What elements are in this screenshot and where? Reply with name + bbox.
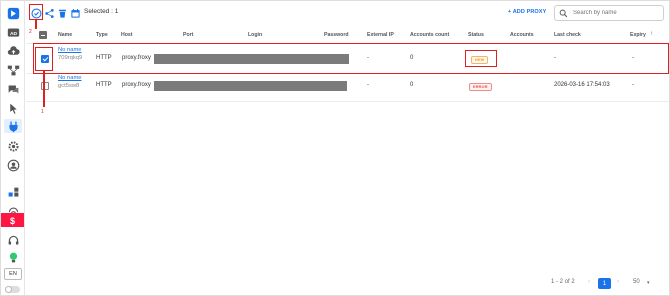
select-all-checkbox[interactable] bbox=[39, 31, 47, 39]
chat-icon[interactable] bbox=[4, 82, 22, 96]
col-status[interactable]: Status bbox=[468, 32, 484, 38]
row-name-link[interactable]: No name bbox=[58, 75, 82, 81]
row-expiry: - bbox=[632, 82, 634, 88]
status-badge: ERROR bbox=[469, 83, 492, 91]
user-circle-icon[interactable] bbox=[4, 158, 22, 172]
col-host[interactable]: Host bbox=[121, 32, 133, 38]
highlight-status bbox=[465, 50, 497, 67]
annotation-step-2: 2 bbox=[29, 29, 32, 35]
headset-icon[interactable] bbox=[4, 233, 22, 247]
highlight-selected-row bbox=[33, 43, 669, 74]
col-name[interactable]: Name bbox=[58, 32, 72, 38]
chevron-down-icon[interactable]: ▾ bbox=[647, 280, 650, 286]
add-proxy-button[interactable]: + ADD PROXY bbox=[508, 9, 546, 15]
page-button-current[interactable]: 1 bbox=[598, 278, 611, 289]
search-box[interactable] bbox=[554, 5, 664, 21]
sort-asc-icon[interactable]: ↑ bbox=[650, 31, 653, 37]
search-input[interactable] bbox=[573, 10, 653, 16]
logo-icon[interactable] bbox=[4, 6, 22, 20]
table-header: Name Type Host Port Login Password Exter… bbox=[26, 28, 669, 42]
col-password[interactable]: Password bbox=[324, 32, 349, 38]
cursor-icon[interactable] bbox=[4, 101, 22, 115]
dollar-icon[interactable]: $ bbox=[1, 213, 24, 227]
highlight-check-all bbox=[29, 4, 43, 20]
delete-icon[interactable] bbox=[55, 6, 69, 20]
annotation-arrow bbox=[43, 71, 45, 107]
svg-text:AD: AD bbox=[9, 30, 17, 36]
table-row[interactable]: No name gct5sw8 HTTP proxy.froxy - 0 ERR… bbox=[26, 73, 669, 101]
next-page-icon[interactable]: › bbox=[617, 279, 619, 285]
row-external-ip: - bbox=[367, 82, 369, 88]
cloud-upload-icon[interactable] bbox=[4, 44, 22, 58]
network-icon[interactable] bbox=[4, 63, 22, 77]
col-external-ip[interactable]: External IP bbox=[367, 32, 394, 38]
redacted-credentials bbox=[154, 81, 347, 91]
col-login[interactable]: Login bbox=[248, 32, 262, 38]
calendar-icon[interactable] bbox=[68, 6, 82, 20]
gear-icon[interactable] bbox=[4, 139, 22, 153]
pagination-range: 1 - 2 of 2 bbox=[551, 279, 575, 285]
col-accounts[interactable]: Accounts bbox=[510, 32, 534, 38]
theme-toggle[interactable] bbox=[5, 286, 20, 293]
annotation-arrow bbox=[35, 20, 37, 29]
col-accounts-count[interactable]: Accounts count bbox=[410, 32, 449, 38]
row-type: HTTP bbox=[96, 82, 112, 88]
prev-page-icon[interactable]: ‹ bbox=[588, 279, 590, 285]
col-last-check[interactable]: Last check bbox=[554, 32, 581, 38]
lightbulb-icon[interactable] bbox=[4, 250, 22, 264]
ad-icon[interactable]: AD bbox=[4, 25, 22, 39]
divider bbox=[26, 101, 669, 102]
pagination: 1 - 2 of 2 ‹ 1 › 50 ▾ bbox=[551, 278, 661, 291]
col-port[interactable]: Port bbox=[183, 32, 193, 38]
proxy-manager-window: AD $ EN Selected: 1 + ADD PROXY Search … bbox=[0, 0, 670, 296]
sidebar: AD $ EN bbox=[1, 1, 25, 295]
language-selector[interactable]: EN bbox=[4, 268, 22, 280]
per-page-select[interactable]: 50 bbox=[633, 279, 640, 285]
search-icon bbox=[559, 9, 568, 17]
row-accounts-count: 0 bbox=[410, 82, 414, 88]
annotation-step-1: 1 bbox=[41, 109, 44, 115]
svg-text:$: $ bbox=[10, 215, 15, 225]
proxy-plug-icon[interactable] bbox=[4, 119, 22, 133]
row-id: gct5sw8 bbox=[58, 83, 80, 89]
col-type[interactable]: Type bbox=[96, 32, 108, 38]
extensions-icon[interactable] bbox=[4, 185, 22, 199]
share-icon[interactable] bbox=[42, 6, 56, 20]
row-host: proxy.froxy bbox=[122, 82, 151, 88]
selected-count: Selected : 1 bbox=[84, 8, 119, 15]
toggle-knob bbox=[5, 286, 12, 293]
col-expiry[interactable]: Expiry bbox=[630, 32, 646, 38]
row-last-check: 2026-03-16 17:54:03 bbox=[554, 82, 610, 88]
toolbar: Selected : 1 + ADD PROXY bbox=[26, 1, 669, 25]
